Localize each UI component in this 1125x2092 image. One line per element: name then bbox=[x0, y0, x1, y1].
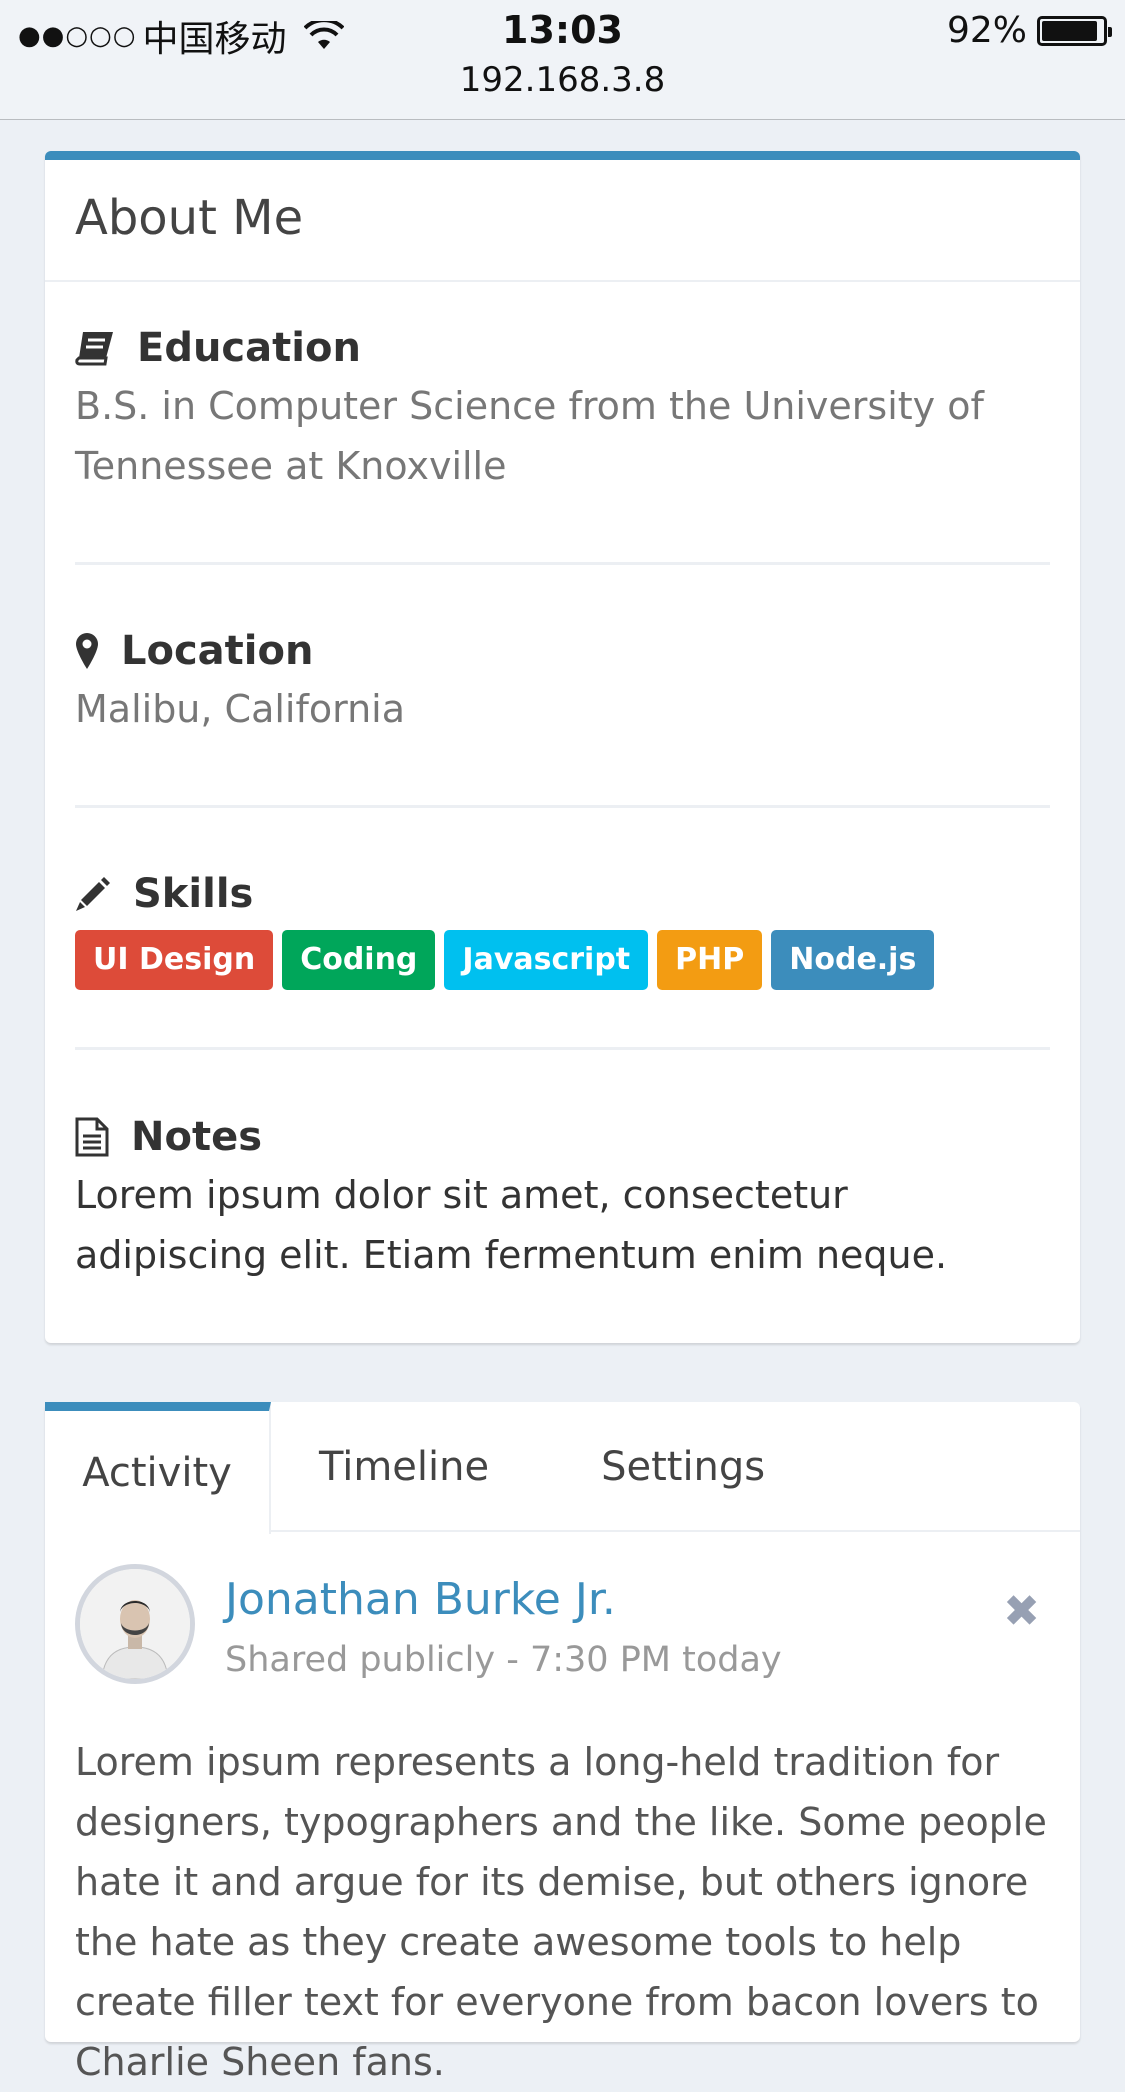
location-label: Location bbox=[121, 628, 314, 674]
notes-section: Notes Lorem ipsum dolor sit amet, consec… bbox=[75, 1109, 1050, 1285]
tab-timeline[interactable]: Timeline bbox=[271, 1402, 537, 1532]
post-header: Jonathan Burke Jr. Shared publicly - 7:3… bbox=[75, 1564, 1050, 1694]
skills-section: Skills UI Design Coding Javascript PHP N… bbox=[75, 866, 1050, 990]
skill-tag: Javascript bbox=[444, 930, 649, 990]
battery-icon bbox=[1037, 15, 1112, 46]
post-body: Lorem ipsum represents a long-held tradi… bbox=[75, 1740, 1047, 2084]
map-marker-icon bbox=[76, 633, 98, 669]
tab-activity[interactable]: Activity bbox=[45, 1402, 271, 1534]
box-title: About Me bbox=[45, 160, 1080, 282]
skills-label: Skills bbox=[133, 871, 254, 917]
file-text-icon bbox=[75, 1117, 109, 1157]
skills-tags: UI Design Coding Javascript PHP Node.js bbox=[75, 930, 1050, 990]
location-heading: Location bbox=[75, 623, 1050, 679]
close-icon[interactable]: ✖ bbox=[1003, 1586, 1040, 1637]
activity-box: Activity Timeline Settings Jonathan Burk… bbox=[45, 1402, 1080, 2084]
skill-tag: Node.js bbox=[771, 930, 935, 990]
notes-heading: Notes bbox=[75, 1109, 1050, 1165]
location-text: Malibu, California bbox=[75, 687, 405, 731]
status-bar: ●●○○○ 中国移动 13:03 192.168.3.8 92% bbox=[0, 0, 1125, 120]
page-url[interactable]: 192.168.3.8 bbox=[0, 60, 1125, 100]
tab-bar: Activity Timeline Settings bbox=[45, 1402, 1080, 1534]
divider bbox=[75, 805, 1050, 808]
battery-status: 92% bbox=[946, 10, 1112, 51]
battery-fill bbox=[1042, 20, 1097, 41]
location-section: Location Malibu, California bbox=[75, 623, 1050, 739]
skill-tag: PHP bbox=[657, 930, 763, 990]
book-icon bbox=[75, 332, 113, 366]
education-section: Education B.S. in Computer Science from … bbox=[75, 320, 1050, 496]
notes-text: Lorem ipsum dolor sit amet, consectetur … bbox=[75, 1173, 948, 1277]
education-label: Education bbox=[137, 325, 361, 371]
divider bbox=[75, 1047, 1050, 1050]
about-me-box: About Me Education B.S. in Computer Scie… bbox=[45, 151, 1080, 1343]
skill-tag: UI Design bbox=[75, 930, 274, 990]
education-heading: Education bbox=[75, 320, 1050, 376]
skills-heading: Skills bbox=[75, 866, 1050, 922]
divider bbox=[75, 562, 1050, 565]
user-photo bbox=[80, 1569, 190, 1679]
pencil-icon bbox=[76, 877, 110, 911]
avatar bbox=[75, 1564, 195, 1684]
skill-tag: Coding bbox=[282, 930, 436, 990]
notes-label: Notes bbox=[131, 1114, 263, 1160]
post-author-link[interactable]: Jonathan Burke Jr. bbox=[225, 1574, 616, 1625]
education-text: B.S. in Computer Science from the Univer… bbox=[75, 384, 984, 488]
tab-settings[interactable]: Settings bbox=[537, 1402, 813, 1532]
post-meta: Shared publicly - 7:30 PM today bbox=[225, 1640, 782, 1680]
battery-percent: 92% bbox=[946, 10, 1027, 51]
